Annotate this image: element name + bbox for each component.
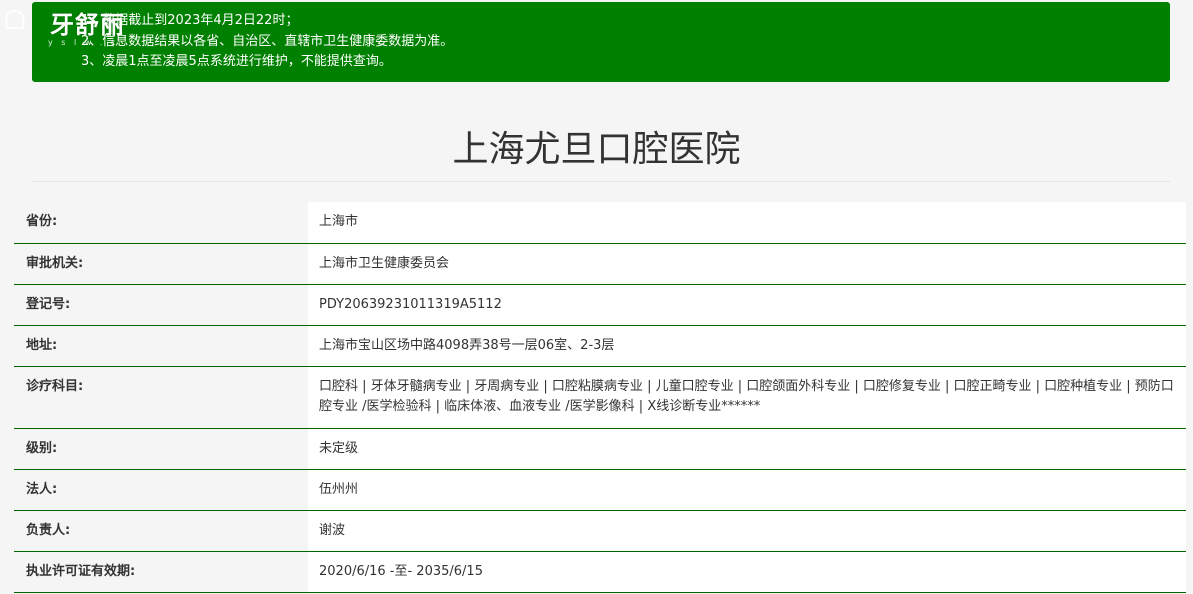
table-row: 省份: 上海市	[14, 202, 1186, 244]
row-value-legal-person: 伍州州	[308, 469, 1186, 511]
title-divider	[32, 181, 1170, 182]
row-value-departments: 口腔科 | 牙体牙髓病专业 | 牙周病专业 | 口腔粘膜病专业 | 儿童口腔专业…	[308, 366, 1186, 429]
row-label-address: 地址:	[14, 325, 308, 367]
table-row: 法人: 伍州州	[14, 469, 1186, 511]
row-label-authority: 审批机关:	[14, 243, 308, 285]
row-value-license-validity: 2020/6/16 -至- 2035/6/15	[308, 551, 1186, 593]
page-title: 上海尤旦口腔医院	[452, 129, 741, 170]
row-label-departments: 诊疗科目:	[14, 366, 308, 429]
table-row: 登记号: PDY20639231011319A5112	[14, 284, 1186, 326]
table-row: 地址: 上海市宝山区场中路4098弄38号一层06室、2-3层	[14, 325, 1186, 367]
hospital-info-table: 省份: 上海市 审批机关: 上海市卫生健康委员会 登记号: PDY2063923…	[14, 202, 1186, 593]
row-label-legal-person: 法人:	[14, 469, 308, 511]
row-label-level: 级别:	[14, 428, 308, 470]
row-label-director: 负责人:	[14, 510, 308, 552]
row-value-province: 上海市	[308, 202, 1186, 244]
row-value-level: 未定级	[308, 428, 1186, 470]
table-row: 级别: 未定级	[14, 428, 1186, 470]
row-label-license-validity: 执业许可证有效期:	[14, 551, 308, 593]
row-label-registration: 登记号:	[14, 284, 308, 326]
notice-line-1: 1、数据截止到2023年4月2日22时；	[81, 13, 299, 28]
notice-line-2: 2、信息数据结果以各省、自治区、直辖市卫生健康委数据为准。	[81, 33, 454, 49]
row-value-authority: 上海市卫生健康委员会	[308, 243, 1186, 285]
table-row: 负责人: 谢波	[14, 510, 1186, 552]
logo-mark-icon: ᗝ	[4, 6, 26, 36]
row-value-address: 上海市宝山区场中路4098弄38号一层06室、2-3层	[308, 325, 1186, 367]
table-row: 诊疗科目: 口腔科 | 牙体牙髓病专业 | 牙周病专业 | 口腔粘膜病专业 | …	[14, 366, 1186, 429]
row-label-province: 省份:	[14, 202, 308, 244]
table-row: 审批机关: 上海市卫生健康委员会	[14, 243, 1186, 285]
row-value-registration: PDY20639231011319A5112	[308, 284, 1186, 326]
notice-banner: 1、数据截止到2023年4月2日22时； 2、信息数据结果以各省、自治区、直辖市…	[32, 2, 1170, 82]
notice-line-3: 3、凌晨1点至凌晨5点系统进行维护，不能提供查询。	[81, 54, 392, 69]
row-value-director: 谢波	[308, 510, 1186, 552]
table-row: 执业许可证有效期: 2020/6/16 -至- 2035/6/15	[14, 551, 1186, 593]
